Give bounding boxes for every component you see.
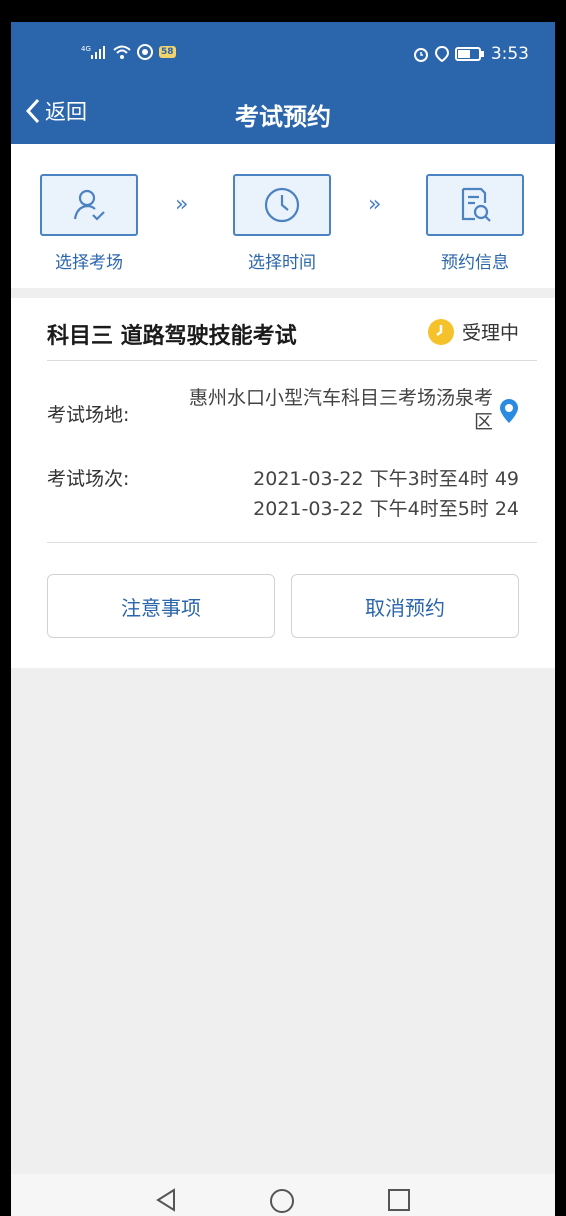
divider <box>47 360 537 361</box>
app-notification-icon <box>137 44 153 60</box>
status-left: 4G 58 <box>81 44 176 60</box>
page-title: 考试预约 <box>235 103 331 131</box>
battery-icon <box>454 47 484 61</box>
steps-progress: 选择考场 » 选择时间 » 预约信息 <box>11 144 555 288</box>
cancel-booking-button[interactable]: 取消预约 <box>291 574 519 638</box>
divider <box>47 542 537 543</box>
step-label: 选择考场 <box>55 253 123 273</box>
venue-value: 惠州水口小型汽车科目三考场汤泉考 区 <box>151 386 493 434</box>
venue-line-1: 惠州水口小型汽车科目三考场汤泉考 <box>188 387 493 409</box>
venue-line-2: 区 <box>473 411 493 433</box>
exam-title: 科目三 道路驾驶技能考试 <box>47 324 297 349</box>
step-box <box>426 174 524 236</box>
home-circle-icon[interactable] <box>269 1188 295 1214</box>
clock-time: 3:53 <box>490 44 529 64</box>
svg-text:4G: 4G <box>81 45 91 53</box>
status-right: 3:53 <box>413 44 529 64</box>
step-label: 选择时间 <box>248 253 316 273</box>
status-text: 受理中 <box>461 322 519 344</box>
system-nav-bar <box>11 1174 555 1216</box>
step-select-venue[interactable]: 选择考场 <box>39 174 139 273</box>
location-status-icon <box>434 46 449 62</box>
step-arrow-2: » <box>368 192 382 217</box>
session-2: 2021-03-22 下午4时至5时 24 <box>253 498 519 520</box>
wifi-icon <box>113 45 131 59</box>
signal-icon: 4G <box>81 45 105 59</box>
clock-icon <box>264 187 300 223</box>
back-triangle-icon[interactable] <box>155 1188 177 1212</box>
app-badge: 58 <box>159 46 176 58</box>
step-box <box>40 174 138 236</box>
phone-screen: 4G 58 3:53 返回 考试预约 选择考场 » 选择时间 » 预约信息 科目… <box>11 22 555 1216</box>
step-label: 预约信息 <box>441 253 509 273</box>
location-pin-icon[interactable] <box>499 398 519 424</box>
venue-label: 考试场地: <box>47 404 130 426</box>
session-1: 2021-03-22 下午3时至4时 49 <box>253 468 519 490</box>
document-search-icon <box>461 187 491 222</box>
notice-button[interactable]: 注意事项 <box>47 574 275 638</box>
step-box <box>233 174 331 236</box>
status-bar: 4G 58 3:53 <box>11 22 555 84</box>
step-select-time[interactable]: 选择时间 <box>232 174 332 273</box>
status-badge: 受理中 <box>427 318 519 345</box>
step-arrow-1: » <box>175 192 189 217</box>
status-clock-icon <box>427 318 454 345</box>
user-check-icon <box>73 189 105 221</box>
session-label: 考试场次: <box>47 468 130 490</box>
nav-bar: 返回 考试预约 <box>11 84 555 144</box>
step-booking-info[interactable]: 预约信息 <box>425 174 525 273</box>
alarm-icon <box>413 48 428 62</box>
recents-square-icon[interactable] <box>387 1188 411 1212</box>
